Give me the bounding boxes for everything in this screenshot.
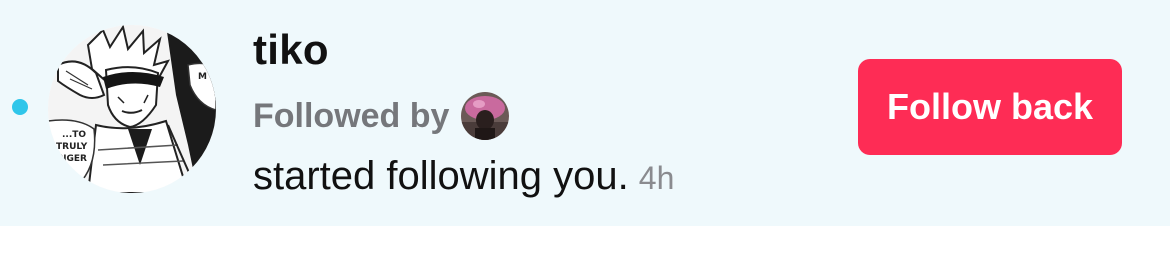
manga-text-line: ...TO [62, 130, 86, 140]
unread-dot-icon [12, 99, 28, 115]
manga-text-line: ANGER [52, 154, 87, 164]
user-avatar[interactable]: M ...TO TRULY ANGER E... [48, 25, 216, 193]
manga-text-line: TRULY [56, 142, 88, 152]
mutual-avatar-image [461, 92, 510, 140]
timestamp: 4h [638, 160, 675, 196]
mutual-follower-avatar[interactable] [461, 92, 510, 140]
manga-text-line: E... [52, 166, 68, 176]
activity-line: started following you. 4h [253, 150, 674, 211]
avatar-manga-image: M ...TO TRULY ANGER E... [48, 25, 216, 193]
follow-back-button[interactable]: Follow back [858, 59, 1122, 155]
followed-by-row[interactable]: Followed by [253, 92, 510, 140]
followed-by-label: Followed by [253, 97, 450, 135]
username[interactable]: tiko [253, 24, 329, 76]
svg-text:M: M [198, 72, 207, 82]
notification-row[interactable]: M ...TO TRULY ANGER E... tiko Followed b… [0, 0, 1170, 226]
activity-text: started following you. [253, 154, 629, 198]
